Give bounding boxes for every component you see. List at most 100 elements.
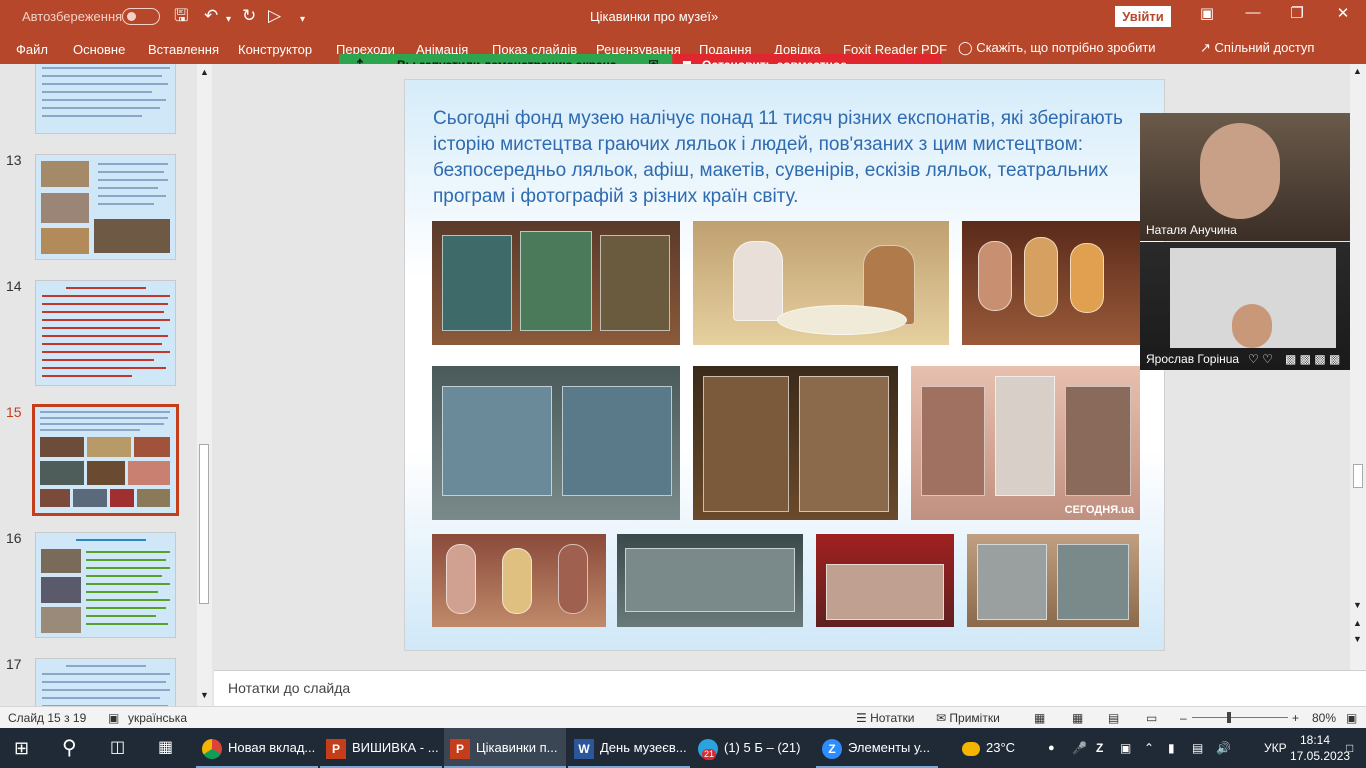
language-indicator[interactable]: українська [128, 711, 187, 725]
photo-museum-corner[interactable] [967, 534, 1139, 627]
microphone-icon[interactable]: 🎤 [1072, 728, 1087, 768]
notifications-icon[interactable]: □ [1346, 728, 1353, 768]
slide-thumbnail-16[interactable] [35, 532, 176, 638]
fit-slide-icon[interactable]: ▣ [1346, 711, 1357, 725]
photo-doll-collection[interactable] [693, 366, 898, 520]
minimize-icon[interactable]: — [1238, 4, 1268, 21]
save-icon[interactable]: 🖫 [174, 6, 188, 26]
zoom-slider[interactable] [1192, 717, 1288, 718]
comments-button[interactable]: ✉ Примітки [936, 711, 1000, 725]
zoom-level[interactable]: 80% [1312, 711, 1336, 725]
taskbar-chrome[interactable]: Новая вклад... [196, 728, 318, 768]
windows-start-icon[interactable]: ⊞ [14, 728, 29, 768]
powerpoint-icon: P [450, 738, 470, 759]
thumbnails-scroll-thumb[interactable] [199, 444, 209, 604]
photo-gallery-shelves[interactable] [617, 534, 803, 627]
slide-number-16: 16 [6, 530, 22, 546]
tab-insert[interactable]: Вставлення [148, 42, 219, 57]
scroll-up-icon[interactable]: ▲ [1353, 66, 1362, 76]
status-bar: Слайд 15 з 19 ▣ українська ☰ Нотатки ✉ П… [0, 706, 1366, 728]
ribbon-display-icon[interactable]: ▣ [1192, 4, 1222, 22]
previous-slide-icon[interactable]: ▲ [1353, 618, 1362, 628]
spellcheck-icon[interactable]: ▣ [108, 711, 119, 725]
telegram-tray-icon[interactable]: ● [1048, 728, 1055, 768]
slide-sorter-icon[interactable]: ▦ [1072, 711, 1083, 725]
system-clock[interactable]: 18:14 17.05.2023 [1290, 732, 1350, 764]
participant-controls-icon[interactable]: ▩ ▩ ▩ ▩ [1285, 352, 1340, 366]
taskbar-powerpoint-tsikavynky[interactable]: P Цікавинки п... [444, 728, 566, 768]
notification-badge: 21 [702, 748, 717, 760]
search-icon[interactable]: ⚲ [62, 728, 77, 768]
widgets-icon[interactable]: ▦ [158, 728, 173, 768]
normal-view-icon[interactable]: ▦ [1034, 711, 1045, 725]
participant-1-name: Наталя Анучина [1146, 223, 1237, 237]
video-tile-participant-2[interactable]: Ярослав Горінuа ♡ ♡ ▩ ▩ ▩ ▩ [1140, 242, 1366, 370]
autosave-toggle[interactable] [122, 8, 160, 25]
taskbar-zoom[interactable]: Z Элементы у... [816, 728, 938, 768]
slide-scroll-thumb[interactable] [1353, 464, 1363, 488]
notes-placeholder: Нотатки до слайда [228, 680, 351, 696]
tray-overflow-icon[interactable]: ⌃ [1144, 728, 1154, 768]
photo-costumed-dolls[interactable] [432, 534, 606, 627]
undo-dropdown-icon[interactable]: ▾ [226, 10, 231, 30]
powerpoint-icon: P [326, 738, 346, 759]
slideshow-view-icon[interactable]: ▭ [1146, 711, 1157, 725]
scroll-down-icon[interactable]: ▼ [1353, 600, 1362, 610]
slide-thumbnail-14[interactable] [35, 280, 176, 386]
notes-button[interactable]: ☰ Нотатки [856, 711, 914, 725]
signin-button[interactable]: Увійти [1115, 6, 1171, 27]
lightbulb-icon: ◯ [958, 40, 973, 55]
slide-thumbnail-15[interactable] [32, 404, 179, 516]
tab-design[interactable]: Конструктор [238, 42, 312, 57]
slide-thumbnail-13[interactable] [35, 154, 176, 260]
scroll-down-icon[interactable]: ▼ [200, 690, 209, 700]
close-icon[interactable]: ✕ [1328, 4, 1358, 22]
tray-app-icon[interactable]: ▣ [1120, 728, 1131, 768]
reaction-heart-icon[interactable]: ♡ ♡ [1248, 352, 1273, 366]
video-tile-participant-1[interactable]: Наталя Анучина [1140, 113, 1366, 241]
slide-counter: Слайд 15 з 19 [8, 711, 87, 725]
weather-widget[interactable]: 23°C [962, 728, 1015, 768]
photo-puppets[interactable] [962, 221, 1140, 345]
taskbar-telegram[interactable]: 21 (1) 5 Б – (21) [692, 728, 814, 768]
input-language[interactable]: УКР [1264, 728, 1287, 768]
current-slide[interactable]: Сьогодні фонд музею налічує понад 11 тис… [404, 79, 1165, 651]
slide-thumbnail-12[interactable] [35, 64, 176, 134]
photo-porcelain-dolls[interactable] [693, 221, 949, 345]
tab-home[interactable]: Основне [73, 42, 125, 57]
customize-toolbar-icon[interactable]: ▾ [300, 10, 305, 30]
taskbar-word[interactable]: W День музеєв... [568, 728, 690, 768]
zoom-out-icon[interactable]: – [1180, 711, 1187, 725]
participant-2-face [1232, 304, 1272, 348]
slide-thumbnail-17[interactable] [35, 658, 176, 706]
photo-red-wall-dolls[interactable] [816, 534, 954, 627]
reading-view-icon[interactable]: ▤ [1108, 711, 1119, 725]
next-slide-icon[interactable]: ▼ [1353, 634, 1362, 644]
tab-file[interactable]: Файл [16, 42, 48, 57]
notes-icon: ☰ [856, 711, 867, 725]
photo-display-cases[interactable] [432, 366, 680, 520]
volume-icon[interactable]: 🔊 [1216, 728, 1231, 768]
zoom-slider-thumb[interactable] [1227, 712, 1231, 723]
start-slideshow-icon[interactable]: ▷ [268, 6, 281, 26]
task-view-icon[interactable]: ◫ [110, 728, 125, 768]
zoom-in-icon[interactable]: + [1292, 711, 1299, 725]
scroll-up-icon[interactable]: ▲ [200, 67, 209, 77]
redo-icon[interactable]: ↻ [242, 6, 256, 26]
windows-taskbar: ⊞ ⚲ ◫ ▦ Новая вклад... P ВИШИВКА - ... PЦ… [0, 728, 1366, 768]
network-icon[interactable]: ▤ [1192, 728, 1203, 768]
battery-icon[interactable]: ▮ [1168, 728, 1175, 768]
thumbnails-scrollbar[interactable]: ▲ ▼ [197, 64, 212, 706]
slide-title-text[interactable]: Сьогодні фонд музею налічує понад 11 тис… [433, 106, 1148, 210]
tell-me-search[interactable]: ◯ Скажіть, що потрібно зробити [958, 40, 1156, 56]
photo-museum-hall[interactable] [432, 221, 680, 345]
photo-exhibition-room[interactable]: СЕГОДНЯ.ua [911, 366, 1140, 520]
autosave-label: Автозбереження [22, 9, 123, 24]
taskbar-powerpoint-vyshyvka[interactable]: P ВИШИВКА - ... [320, 728, 442, 768]
zoom-tray-icon[interactable]: Z [1096, 728, 1103, 768]
notes-pane[interactable]: Нотатки до слайда [214, 670, 1366, 706]
share-button[interactable]: ↗ Спільний доступ [1200, 40, 1314, 56]
undo-icon[interactable]: ↶ [204, 6, 218, 26]
restore-icon[interactable]: ❐ [1282, 4, 1312, 22]
slide-scrollbar[interactable]: ▲ ▼ ▲ ▼ [1350, 64, 1366, 670]
